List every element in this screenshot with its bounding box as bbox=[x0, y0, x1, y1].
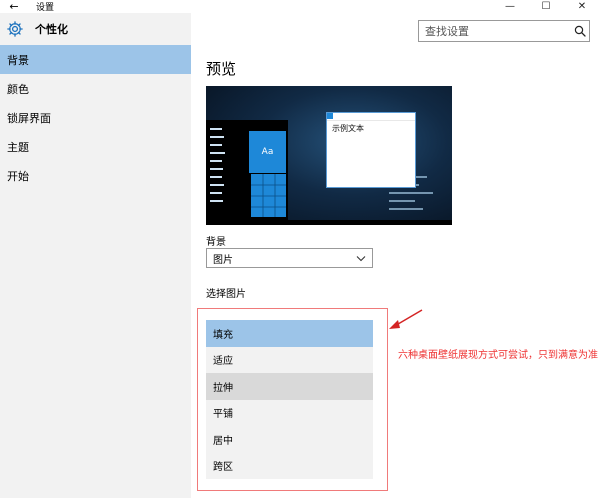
preview-menu-line bbox=[210, 192, 222, 194]
sidebar-item-background[interactable]: 背景 bbox=[0, 45, 191, 74]
sidebar-item-label: 开始 bbox=[7, 169, 29, 183]
fit-option-center[interactable]: 居中 bbox=[206, 426, 373, 453]
minimize-button[interactable]: — bbox=[492, 0, 528, 13]
back-button[interactable]: ← bbox=[0, 0, 28, 13]
gear-icon bbox=[7, 21, 23, 37]
preview-window: 示例文本 bbox=[326, 112, 416, 188]
preview-menu-line bbox=[210, 160, 222, 162]
preview-menu-line bbox=[210, 128, 222, 130]
annotation-arrow-icon bbox=[389, 309, 423, 329]
preview-tile-grid bbox=[251, 174, 286, 217]
fit-option-label: 平铺 bbox=[213, 409, 233, 421]
fit-option-tile[interactable]: 平铺 bbox=[206, 400, 373, 427]
sidebar-item-label: 主题 bbox=[7, 140, 29, 154]
preview-menu-line bbox=[210, 144, 222, 146]
fit-option-fill[interactable]: 填充 bbox=[206, 320, 373, 347]
fit-option-label: 跨区 bbox=[213, 462, 233, 474]
preview-window-bar bbox=[327, 113, 415, 121]
fit-option-fit[interactable]: 适应 bbox=[206, 347, 373, 374]
sidebar-item-start[interactable]: 开始 bbox=[0, 161, 191, 190]
arrow-left-icon: ← bbox=[9, 0, 19, 13]
sidebar-item-themes[interactable]: 主题 bbox=[0, 132, 191, 161]
preview-desktop-icon bbox=[389, 208, 423, 210]
sidebar-item-colors[interactable]: 颜色 bbox=[0, 74, 191, 103]
background-dropdown[interactable]: 图片 bbox=[206, 248, 373, 268]
sidebar-item-label: 背景 bbox=[7, 53, 29, 67]
background-dropdown-value: 图片 bbox=[213, 254, 233, 266]
preview-menu-line bbox=[210, 176, 222, 178]
maximize-button[interactable]: ☐ bbox=[528, 0, 564, 13]
preview-taskbar bbox=[206, 220, 452, 225]
sidebar-header[interactable]: 个性化 bbox=[0, 13, 191, 45]
sidebar: 个性化 背景 颜色 锁屏界面 主题 开始 bbox=[0, 13, 191, 498]
chevron-down-icon bbox=[356, 256, 366, 262]
fit-option-label: 居中 bbox=[213, 435, 233, 447]
annotation-text: 六种桌面壁纸展现方式可尝试，只到满意为准 bbox=[398, 350, 598, 361]
sidebar-item-label: 锁屏界面 bbox=[7, 111, 51, 125]
sidebar-item-label: 颜色 bbox=[7, 82, 29, 96]
title-bar: ← 设置 — ☐ ✕ bbox=[0, 0, 600, 13]
close-icon: ✕ bbox=[577, 1, 587, 12]
window-controls: — ☐ ✕ bbox=[492, 0, 600, 13]
preview-desktop-icon bbox=[389, 192, 433, 194]
preview-menu-line bbox=[210, 184, 224, 186]
background-label: 背景 bbox=[206, 237, 226, 248]
maximize-icon: ☐ bbox=[541, 1, 551, 12]
search-icon[interactable] bbox=[570, 21, 589, 41]
preview-tile: Aa bbox=[249, 131, 286, 173]
search-input[interactable] bbox=[419, 21, 570, 41]
fit-option-stretch[interactable]: 拉伸 bbox=[206, 373, 373, 400]
search-box[interactable] bbox=[418, 20, 590, 42]
wallpaper-preview: Aa 示例文本 bbox=[206, 86, 452, 225]
fit-option-label: 适应 bbox=[213, 356, 233, 368]
choose-picture-label: 选择图片 bbox=[206, 289, 246, 300]
preview-window-text: 示例文本 bbox=[332, 124, 364, 133]
preview-menu-line bbox=[210, 200, 223, 202]
fit-option-label: 填充 bbox=[213, 329, 233, 341]
fit-dropdown-list: 填充 适应 拉伸 平铺 居中 跨区 bbox=[206, 320, 373, 479]
page-title: 预览 bbox=[206, 60, 237, 78]
preview-desktop-icon bbox=[389, 200, 415, 202]
preview-menu-line bbox=[210, 136, 224, 138]
fit-option-span[interactable]: 跨区 bbox=[206, 453, 373, 480]
fit-option-label: 拉伸 bbox=[213, 382, 233, 394]
sidebar-title: 个性化 bbox=[35, 23, 68, 36]
preview-menu-line bbox=[210, 152, 225, 154]
sidebar-item-lock-screen[interactable]: 锁屏界面 bbox=[0, 103, 191, 132]
window-title: 设置 bbox=[36, 3, 55, 13]
minimize-icon: — bbox=[505, 1, 515, 12]
preview-menu-line bbox=[210, 168, 223, 170]
preview-window-accent bbox=[327, 113, 333, 119]
close-button[interactable]: ✕ bbox=[564, 0, 600, 13]
